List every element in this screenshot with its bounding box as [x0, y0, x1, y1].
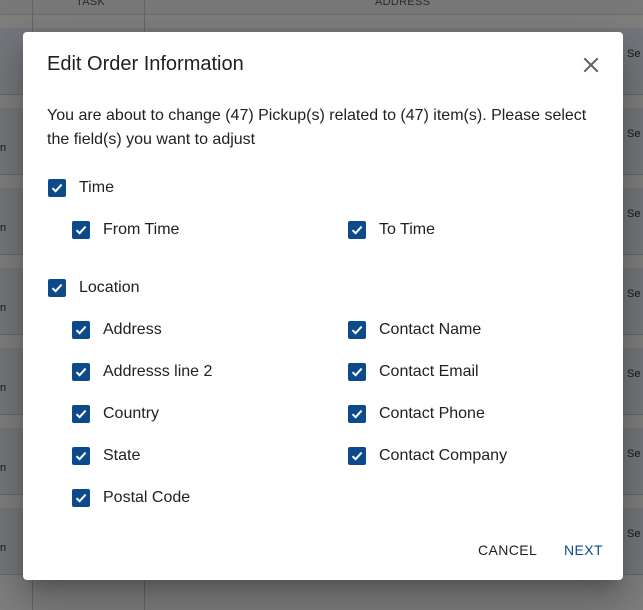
- address-checkbox[interactable]: Address: [72, 321, 162, 339]
- contact-email-label: Contact Email: [379, 363, 479, 380]
- checkbox-checked-icon: [348, 221, 366, 239]
- address-line-2-label: Addresss line 2: [103, 363, 213, 380]
- postal-code-checkbox[interactable]: Postal Code: [72, 489, 190, 507]
- checkbox-checked-icon: [348, 447, 366, 465]
- postal-code-label: Postal Code: [103, 489, 191, 506]
- dialog-title: Edit Order Information: [47, 53, 244, 75]
- contact-name-label: Contact Name: [379, 321, 482, 338]
- checkbox-checked-icon: [48, 179, 66, 197]
- cancel-button[interactable]: CANCEL: [478, 542, 537, 558]
- contact-phone-checkbox[interactable]: Contact Phone: [348, 405, 485, 423]
- contact-phone-label: Contact Phone: [379, 405, 485, 422]
- location-label: Location: [79, 279, 140, 296]
- state-label: State: [103, 447, 141, 464]
- checkbox-checked-icon: [72, 363, 90, 381]
- time-checkbox[interactable]: Time: [48, 179, 114, 197]
- to-time-checkbox[interactable]: To Time: [348, 221, 435, 239]
- country-checkbox[interactable]: Country: [72, 405, 159, 423]
- contact-name-checkbox[interactable]: Contact Name: [348, 321, 481, 339]
- time-label: Time: [79, 179, 114, 196]
- state-checkbox[interactable]: State: [72, 447, 140, 465]
- checkbox-checked-icon: [348, 363, 366, 381]
- address-label: Address: [103, 321, 162, 338]
- checkbox-checked-icon: [48, 279, 66, 297]
- checkbox-checked-icon: [72, 405, 90, 423]
- address-line-2-checkbox[interactable]: Addresss line 2: [72, 363, 212, 381]
- contact-email-checkbox[interactable]: Contact Email: [348, 363, 479, 381]
- dialog-description: You are about to change (47) Pickup(s) r…: [47, 107, 587, 148]
- contact-company-label: Contact Company: [379, 447, 508, 464]
- checkbox-checked-icon: [72, 221, 90, 239]
- checkbox-checked-icon: [72, 489, 90, 507]
- edit-order-dialog: Edit Order Information You are about to …: [23, 32, 623, 580]
- next-button[interactable]: NEXT: [564, 542, 603, 558]
- from-time-label: From Time: [103, 221, 180, 238]
- to-time-label: To Time: [379, 221, 436, 238]
- close-button[interactable]: [576, 50, 606, 80]
- checkbox-checked-icon: [72, 321, 90, 339]
- checkbox-checked-icon: [72, 447, 90, 465]
- checkbox-checked-icon: [348, 405, 366, 423]
- location-checkbox[interactable]: Location: [48, 279, 140, 297]
- from-time-checkbox[interactable]: From Time: [72, 221, 179, 239]
- country-label: Country: [103, 405, 160, 422]
- contact-company-checkbox[interactable]: Contact Company: [348, 447, 507, 465]
- close-icon: [583, 57, 599, 73]
- checkbox-checked-icon: [348, 321, 366, 339]
